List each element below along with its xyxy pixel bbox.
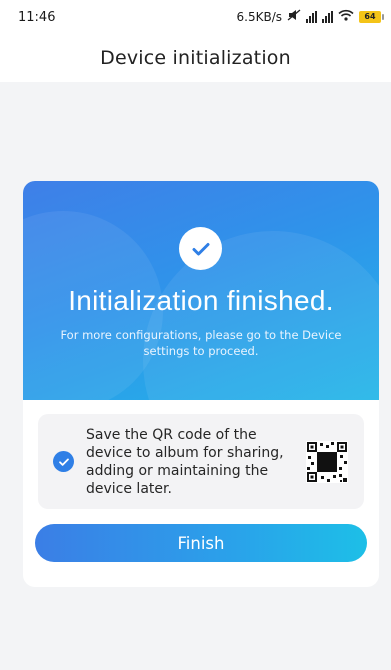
check-icon (58, 458, 69, 466)
wifi-icon (338, 9, 354, 25)
page-title: Device initialization (100, 47, 291, 69)
status-indicators: 6.5KB/s 64 (236, 9, 384, 25)
result-card: Initialization finished. For more config… (23, 181, 379, 587)
success-banner: Initialization finished. For more config… (23, 181, 379, 400)
battery-icon: 64 (359, 11, 384, 23)
signal-icon-2 (322, 11, 333, 23)
save-qr-option[interactable]: Save the QR code of the device to album … (38, 414, 364, 509)
check-icon (192, 242, 209, 255)
status-time: 11:46 (18, 9, 56, 25)
network-speed: 6.5KB/s (236, 10, 282, 24)
success-title: Initialization finished. (68, 285, 334, 316)
qr-code-icon (306, 441, 348, 483)
save-qr-label: Save the QR code of the device to album … (86, 427, 284, 497)
signal-icon (306, 11, 317, 23)
status-bar: 11:46 6.5KB/s 64 (0, 0, 391, 34)
save-qr-checkbox[interactable] (53, 451, 74, 472)
success-subtitle: For more configurations, please go to th… (60, 328, 342, 358)
page-header: Device initialization (0, 34, 391, 82)
finish-button[interactable]: Finish (35, 524, 367, 562)
mute-icon (287, 9, 301, 25)
success-icon (179, 227, 222, 270)
